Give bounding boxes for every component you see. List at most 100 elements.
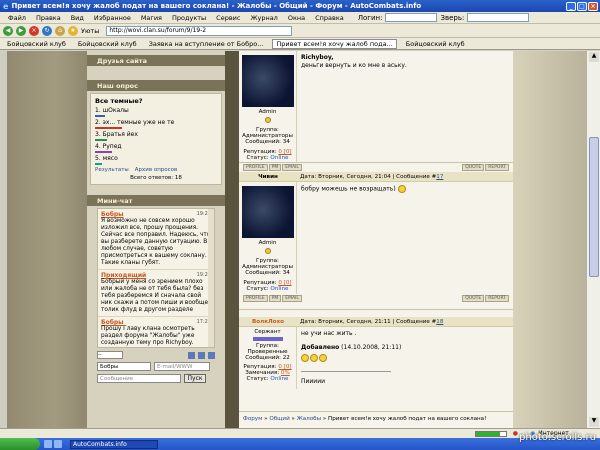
forum-post: Чивин Дата: Вторник, Сегодня, 21:04 | Со… [239, 172, 513, 310]
close-button[interactable]: × [588, 1, 598, 11]
zver-label: Зверь: [440, 13, 465, 22]
email-button[interactable]: EMAIL [282, 294, 302, 302]
poll-bar [95, 163, 103, 165]
progress-bar [474, 430, 507, 437]
home-icon[interactable]: ⌂ [55, 25, 65, 36]
start-button[interactable] [0, 438, 40, 450]
chat-name-field[interactable]: Бобры [97, 362, 151, 371]
email-button[interactable]: EMAIL [282, 163, 302, 171]
scroll-down-icon[interactable]: ▼ [589, 417, 599, 427]
chat-email-field[interactable]: E-mail/WWW [154, 362, 210, 371]
poll-results-link[interactable]: Результаты [95, 167, 129, 173]
minimize-button[interactable]: _ [566, 1, 576, 11]
author-messages: Сообщений: 34 [245, 139, 290, 145]
poll-bar [95, 151, 113, 153]
breadcrumb-topic: Привет всем!я хочу жалоб подат на вашего… [328, 416, 487, 422]
page-content: Друзья сайта Наш опрос Все темные? 1. шО… [7, 51, 586, 428]
chat-author[interactable]: Бобры [101, 211, 124, 218]
post-body: бобру можешь не возращать) [301, 185, 396, 193]
link-tab-active[interactable]: Привет всем!я хочу жалоб пода... [272, 38, 397, 49]
friends-header: Друзья сайта [87, 55, 225, 66]
menu-favorites[interactable]: Избранное [90, 14, 135, 22]
profile-button[interactable]: PROFILE [243, 294, 268, 302]
link-tab[interactable]: Бойцовский клуб [75, 40, 140, 48]
chat-select[interactable]: -- [97, 351, 123, 359]
address-bar[interactable]: http://wovi.clan.su/forum/9/19-2 [106, 25, 293, 36]
link-tab[interactable]: Бойцовский клуб [4, 40, 69, 48]
back-icon[interactable]: ◀ [3, 25, 13, 36]
breadcrumb-general[interactable]: Общий [269, 416, 289, 422]
post-date: Дата: Вторник, Сегодня, 21:11 | Сообщени… [300, 318, 437, 325]
poll-option: 2. эх... темные уже не те [95, 119, 175, 126]
menu-products[interactable]: Продукты [168, 14, 210, 22]
menu-windows[interactable]: Окна [284, 14, 309, 22]
taskbar-item[interactable]: AutoCombats.info [70, 439, 158, 449]
quote-button[interactable]: QUOTE [462, 294, 485, 302]
quicklaunch-icon[interactable] [54, 440, 62, 448]
poll-option: 3. Братья йех [95, 131, 138, 138]
breadcrumb-complaints[interactable]: Жалобы [297, 416, 321, 422]
post-header: Чивин Дата: Вторник, Сегодня, 21:04 | Со… [239, 172, 513, 182]
avatar [241, 186, 294, 238]
chat-message: Приходящий 19:21 Бобрый у меня со зрением … [98, 270, 214, 317]
profile-button[interactable]: PROFILE [243, 163, 268, 171]
status-bar: ● ◉ Интернет [0, 428, 600, 438]
menu-magic[interactable]: Магия [137, 14, 166, 22]
stop-icon[interactable]: × [29, 25, 39, 36]
quote-button[interactable]: QUOTE [462, 163, 485, 171]
favorites-star-icon[interactable]: ★ [68, 25, 78, 36]
link-tab[interactable]: Бойцовский клуб [403, 40, 468, 48]
scroll-thumb[interactable] [589, 137, 599, 277]
sidebar: Друзья сайта Наш опрос Все темные? 1. шО… [87, 51, 225, 428]
poll-option: 5. мясо [95, 155, 118, 162]
quicklaunch-icon[interactable] [44, 440, 52, 448]
chat-author[interactable]: Приходящий [101, 272, 146, 279]
pm-button[interactable]: PM [268, 294, 282, 302]
scroll-up-icon[interactable]: ▲ [589, 52, 599, 62]
left-frame-edge [0, 51, 7, 428]
menu-help[interactable]: Справка [311, 14, 348, 22]
chat-send-button[interactable]: Пуск [184, 374, 206, 383]
decorative-background [7, 51, 87, 428]
menu-journal[interactable]: Журнал [246, 14, 281, 22]
chat-refresh-icon[interactable] [198, 351, 205, 359]
report-button[interactable]: REPORT [485, 163, 509, 171]
maximize-button[interactable]: □ [577, 1, 587, 11]
forward-icon[interactable]: ▶ [16, 25, 26, 36]
menu-edit[interactable]: Правка [32, 14, 65, 22]
refresh-icon[interactable]: ↻ [42, 25, 52, 36]
zver-combo[interactable] [467, 13, 530, 22]
author-messages: Сообщений: 34 [245, 270, 290, 276]
page-scrollbar[interactable]: ▲ ▼ [586, 51, 600, 428]
breadcrumb-forum[interactable]: Форум [243, 416, 262, 422]
chat-help-icon[interactable] [208, 351, 215, 359]
window-title: Привет всем!я хочу жалоб подат на вашего… [11, 2, 422, 10]
chat-message: Бобры 17:22 Прошу Главу клана осмотреть ра… [98, 317, 214, 347]
menu-file[interactable]: Файл [4, 14, 30, 22]
login-field[interactable] [385, 13, 438, 22]
taskbar: AutoCombats.info [0, 438, 600, 450]
signature: Пиииии [301, 377, 326, 385]
report-button[interactable]: REPORT [485, 294, 509, 302]
poll-box: Все темные? 1. шОкалы 2. эх... темные уже… [90, 93, 222, 185]
menu-service[interactable]: Сервис [212, 14, 244, 22]
post-number[interactable]: 18 [436, 319, 443, 325]
poll-archive-link[interactable]: Архив опросов [135, 167, 178, 173]
post-number[interactable]: 17 [436, 174, 443, 180]
link-tab[interactable]: Заявка на вступление от Бобро... [146, 40, 267, 48]
post-author-name[interactable]: Чивин [239, 174, 297, 180]
chat-message-field[interactable]: Сообщение [97, 374, 181, 383]
chat-author[interactable]: Бобры [101, 319, 124, 326]
poll-header: Наш опрос [87, 80, 225, 91]
post-text: не учи нас жить . Добавлено (14.10.2008,… [297, 327, 513, 389]
chat-scrollbar[interactable] [208, 209, 214, 347]
chat-smiley-icon[interactable] [188, 351, 195, 359]
chat-text: Бобрый у меня со зрением плохо или жалоб… [101, 279, 209, 313]
post-author-block: Admin Группа: Администраторы Сообщений: … [239, 51, 297, 163]
pm-button[interactable]: PM [268, 163, 282, 171]
menu-view[interactable]: Вид [67, 14, 88, 22]
smiley-icon [301, 354, 309, 362]
post-actions: PROFILE PM EMAIL QUOTE REPORT [239, 163, 513, 171]
uyuty-label[interactable]: Уюты [81, 27, 99, 35]
post-author-name[interactable]: ВолкЛохо [239, 319, 297, 325]
